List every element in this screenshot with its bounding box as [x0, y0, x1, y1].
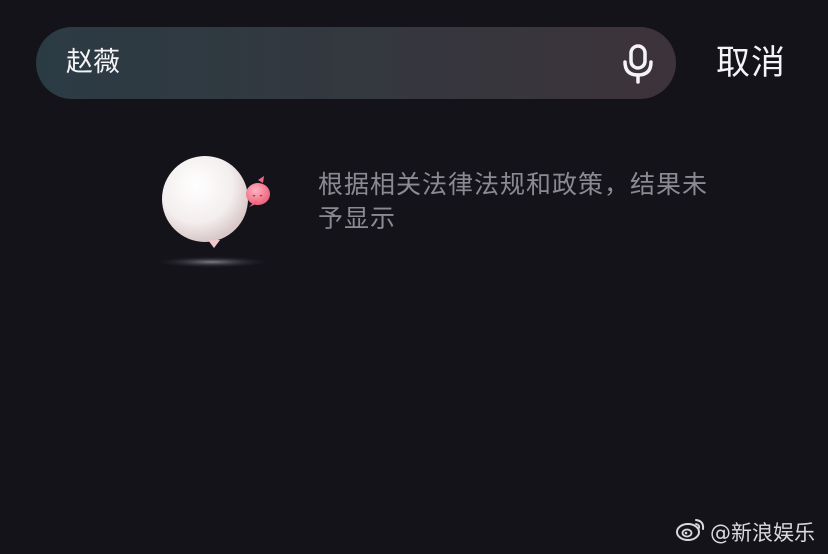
search-bar[interactable]: 赵薇	[36, 27, 676, 99]
watermark-text: @新浪娱乐	[710, 521, 815, 545]
watermark: @新浪娱乐	[676, 518, 815, 548]
cancel-button[interactable]: 取消	[716, 38, 786, 88]
balloon-mascot-illustration	[150, 150, 280, 275]
search-input[interactable]: 赵薇	[66, 27, 606, 99]
microphone-icon[interactable]	[620, 44, 656, 84]
weibo-logo-icon	[676, 517, 710, 549]
restricted-results-message: 根据相关法律法规和政策，结果未予显示	[318, 170, 709, 233]
